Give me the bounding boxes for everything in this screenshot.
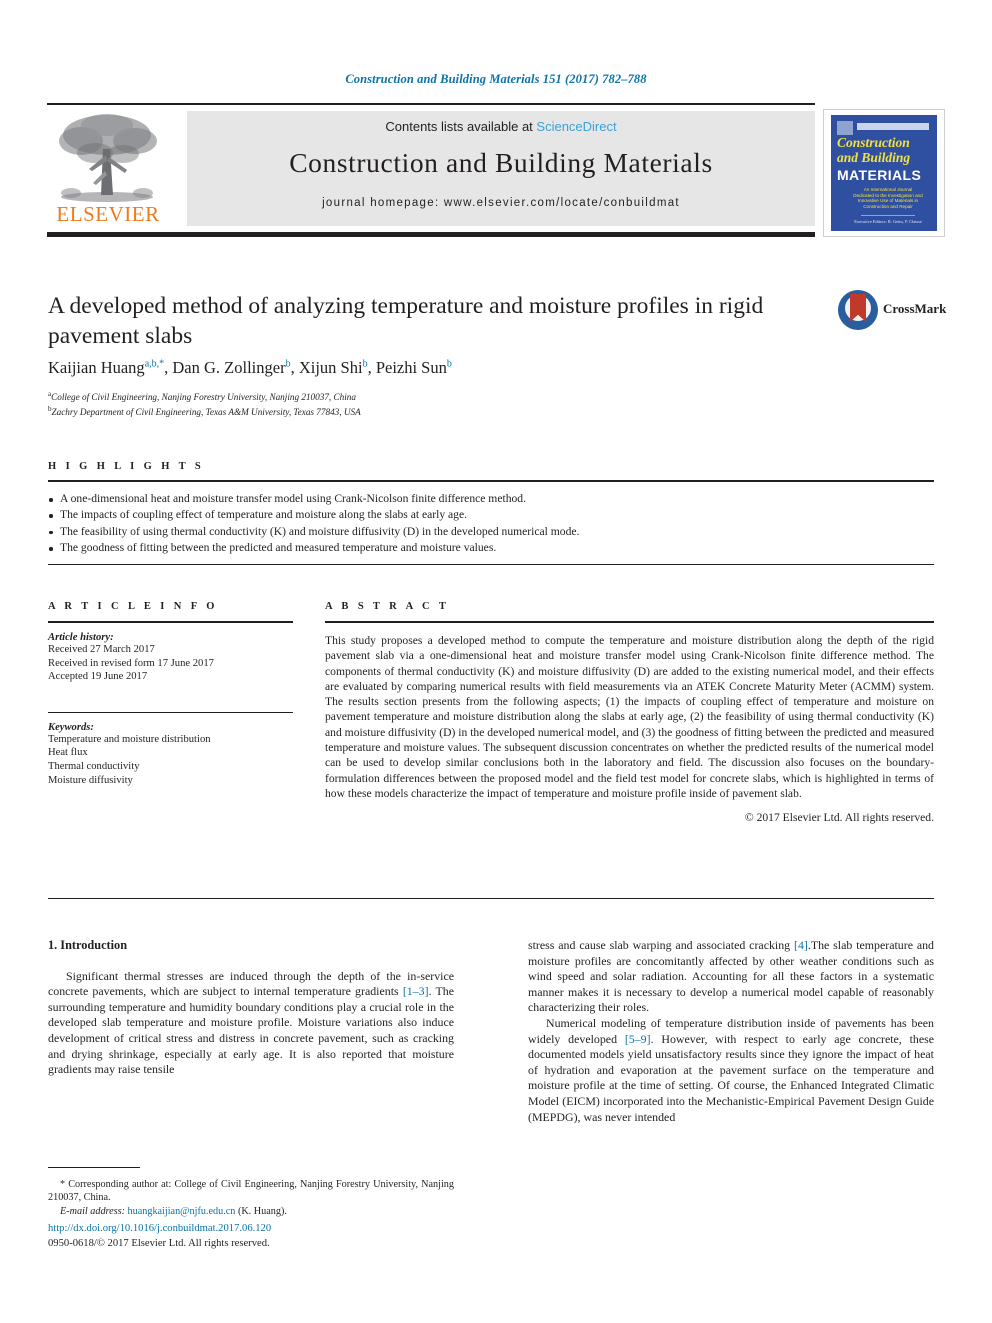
contents-available-line: Contents lists available at ScienceDirec… — [187, 119, 815, 134]
affiliation-text: Zachry Department of Civil Engineering, … — [51, 407, 361, 418]
cover-elsevier-mark — [837, 121, 853, 135]
paragraph-text: Significant thermal stresses are induced… — [48, 968, 454, 999]
author-item: Xijun Shib — [299, 358, 368, 377]
journal-masthead: ELSEVIER Contents lists available at Sci… — [47, 103, 945, 237]
affiliation-item: aCollege of Civil Engineering, Nanjing F… — [48, 388, 748, 403]
citation-link[interactable]: [5–9] — [625, 1032, 651, 1046]
affiliation-item: bZachry Department of Civil Engineering,… — [48, 403, 748, 418]
author-name: Kaijian Huang — [48, 358, 145, 377]
author-item: Dan G. Zollingerb — [172, 358, 290, 377]
author-name: Xijun Shi — [298, 358, 363, 377]
masthead-bottom-rule — [47, 232, 815, 237]
cover-editors: Executive Editors: R. Gettu, P. Claisse — [854, 219, 922, 224]
email-label: E-mail address: — [60, 1205, 125, 1217]
crossmark-badge[interactable]: CrossMark — [838, 288, 946, 334]
journal-cover-thumbnail: Construction and Building MATERIALS An I… — [823, 109, 945, 237]
abstract-text: This study proposes a developed method t… — [325, 634, 934, 800]
article-history-item: Accepted 19 June 2017 — [48, 671, 148, 683]
paragraph: Numerical modeling of temperature distri… — [528, 1016, 934, 1125]
highlights-list: A one-dimensional heat and moisture tran… — [48, 482, 934, 557]
affiliation-text: College of Civil Engineering, Nanjing Fo… — [51, 392, 356, 403]
doi-link[interactable]: http://dx.doi.org/10.1016/j.conbuildmat.… — [48, 1222, 468, 1237]
issn-copyright: 0950-0618/© 2017 Elsevier Ltd. All right… — [48, 1237, 270, 1249]
cover-band — [857, 123, 929, 130]
journal-cover-art: Construction and Building MATERIALS An I… — [831, 115, 937, 231]
list-item: A one-dimensional heat and moisture tran… — [48, 491, 934, 507]
list-item: The feasibility of using thermal conduct… — [48, 524, 934, 540]
article-info-rule — [48, 621, 293, 623]
author-name: Peizhi Sun — [375, 358, 447, 377]
article-history-heading: Article history: — [48, 632, 114, 643]
author-item: Kaijian Huanga,b,* — [48, 358, 164, 377]
cover-divider — [861, 215, 915, 216]
citation-link[interactable]: [1–3] — [403, 984, 429, 998]
cover-subtitle: An International Journal Dedicated to th… — [853, 187, 923, 209]
journal-homepage-link[interactable]: journal homepage: www.elsevier.com/locat… — [187, 197, 815, 209]
highlights-bottom-rule — [48, 563, 934, 565]
list-item: The impacts of coupling effect of temper… — [48, 507, 934, 523]
elsevier-wordmark: ELSEVIER — [56, 202, 160, 226]
keyword-item: Heat flux — [48, 747, 88, 759]
paragraph-text: stress and cause slab warping and associ… — [528, 938, 794, 952]
author-marks: a,b,* — [144, 358, 165, 370]
affiliations: aCollege of Civil Engineering, Nanjing F… — [48, 388, 748, 419]
sciencedirect-link[interactable]: ScienceDirect — [536, 119, 616, 134]
paper-page: Construction and Building Materials 151 … — [0, 0, 992, 1323]
cover-title-line1: Construction — [837, 135, 910, 150]
abstract-section: A B S T R A C T This study proposes a de… — [325, 601, 934, 824]
body-column-left: 1. Introduction Significant thermal stre… — [48, 938, 454, 1078]
keyword-item: Moisture diffusivity — [48, 774, 133, 786]
masthead-top-rule — [47, 103, 815, 105]
highlights-section: H I G H L I G H T S A one-dimensional he… — [48, 461, 934, 565]
author-item: Peizhi Sunb — [376, 358, 452, 377]
list-item: The goodness of fitting between the pred… — [48, 540, 934, 556]
author-name: Dan G. Zollinger — [172, 358, 286, 377]
running-head: Construction and Building Materials 151 … — [345, 72, 647, 86]
body-column-right: stress and cause slab warping and associ… — [528, 938, 934, 1125]
email-note: E-mail address: huangkaijian@njfu.edu.cn… — [48, 1205, 454, 1218]
journal-title: Construction and Building Materials — [289, 147, 713, 178]
highlights-heading: H I G H L I G H T S — [48, 461, 205, 472]
author-sep: , — [290, 358, 299, 377]
article-info-heading: A R T I C L E I N F O — [48, 601, 218, 612]
doi-footer: http://dx.doi.org/10.1016/j.conbuildmat.… — [48, 1222, 468, 1251]
masthead-banner: Contents lists available at ScienceDirec… — [187, 111, 815, 226]
abstract-rule — [325, 621, 934, 623]
footnote-block: * Corresponding author at: College of Ci… — [48, 1178, 454, 1218]
elsevier-tree-icon — [59, 114, 157, 202]
cover-title-line2: and Building — [837, 150, 911, 165]
author-marks: b — [446, 358, 452, 370]
article-history-item: Received 27 March 2017 — [48, 644, 155, 655]
footnote-rule — [48, 1167, 140, 1168]
cover-title-line3: MATERIALS — [837, 167, 922, 183]
citation-link[interactable]: [4] — [794, 938, 808, 952]
email-owner: (K. Huang). — [237, 1205, 287, 1217]
author-list: Kaijian Huanga,b,*, Dan G. Zollingerb, X… — [48, 358, 838, 378]
abstract-bottom-rule — [48, 898, 934, 899]
abstract-heading: A B S T R A C T — [325, 601, 450, 612]
paragraph: stress and cause slab warping and associ… — [528, 938, 934, 1016]
keywords-rule — [48, 711, 293, 713]
article-info-section: A R T I C L E I N F O Article history: R… — [48, 601, 293, 787]
author-sep: , — [367, 358, 376, 377]
keyword-item: Thermal conductivity — [48, 760, 140, 772]
corresponding-author-note: * Corresponding author at: College of Ci… — [48, 1179, 454, 1204]
elsevier-logo: ELSEVIER — [47, 109, 169, 229]
email-link[interactable]: huangkaijian@njfu.edu.cn — [128, 1206, 236, 1217]
section-heading-introduction: 1. Introduction — [48, 938, 128, 952]
crossmark-label: CrossMark — [883, 301, 947, 316]
paragraph: Significant thermal stresses are induced… — [48, 969, 454, 1078]
keyword-item: Temperature and moisture distribution — [48, 733, 211, 745]
contents-prefix: Contents lists available at — [385, 119, 537, 134]
page-title: A developed method of analyzing temperat… — [48, 293, 764, 349]
keywords-heading: Keywords: — [48, 721, 94, 733]
article-history-item: Received in revised form 17 June 2017 — [48, 657, 214, 669]
abstract-copyright: © 2017 Elsevier Ltd. All rights reserved… — [744, 811, 934, 825]
